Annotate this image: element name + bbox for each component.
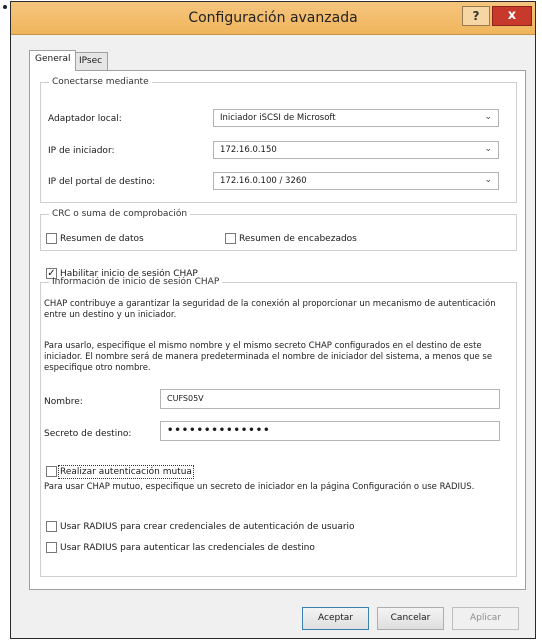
connect-group-legend: Conectarse mediante [52, 77, 149, 87]
mutual-auth-label: Realizar autenticación mutua [58, 465, 194, 479]
adapter-label: Adaptador local: [48, 114, 122, 124]
mutual-auth-checkbox[interactable] [46, 466, 57, 477]
portal-ip-value: 172.16.0.100 / 3260 [220, 176, 307, 186]
initiator-ip-label: IP de iniciador: [48, 146, 115, 156]
radius-user-creds-label: Usar RADIUS para crear credenciales de a… [60, 522, 355, 532]
radius-user-creds-checkbox[interactable] [46, 521, 57, 532]
name-label: Nombre: [44, 397, 83, 407]
window-title: Configuración avanzada [188, 10, 358, 26]
portal-ip-select[interactable]: 172.16.0.100 / 3260 ⌄ [213, 172, 499, 190]
target-secret-input[interactable]: •••••••••••••• [160, 421, 500, 441]
chevron-down-icon: ⌄ [484, 112, 492, 122]
chevron-down-icon: ⌄ [484, 144, 492, 154]
initiator-ip-select[interactable]: 172.16.0.150 ⌄ [213, 141, 499, 159]
advanced-settings-dialog: Configuración avanzada ? x General IPsec… [10, 1, 536, 639]
apply-button[interactable]: Aplicar [452, 607, 519, 630]
crc-group: CRC o suma de comprobación [40, 209, 517, 251]
chevron-down-icon: ⌄ [484, 175, 492, 185]
bullet-marker [3, 5, 7, 9]
target-secret-label: Secreto de destino: [44, 429, 132, 439]
tab-general[interactable]: General [29, 50, 77, 71]
data-digest-checkbox[interactable] [46, 233, 57, 244]
chap-info-legend: Información de inicio de sesión CHAP [52, 277, 220, 287]
data-digest-label: Resumen de datos [60, 234, 144, 244]
name-input[interactable]: CUFS05V [160, 389, 500, 409]
adapter-select[interactable]: Iniciador iSCSI de Microsoft ⌄ [213, 109, 499, 127]
mutual-auth-description: Para usar CHAP mutuo, especifique un sec… [44, 482, 475, 492]
header-digest-label: Resumen de encabezados [239, 234, 357, 244]
adapter-value: Iniciador iSCSI de Microsoft [220, 113, 336, 123]
header-digest-checkbox[interactable] [225, 233, 236, 244]
cancel-button[interactable]: Cancelar [377, 607, 444, 630]
portal-ip-label: IP del portal de destino: [48, 177, 156, 187]
help-button[interactable]: ? [462, 6, 490, 26]
chap-description: CHAP contribuye a garantizar la segurida… [44, 299, 496, 320]
title-bar[interactable]: Configuración avanzada ? x [11, 2, 535, 35]
chap-instructions: Para usarlo, especifique el mismo nombre… [44, 341, 493, 373]
radius-target-creds-checkbox[interactable] [46, 542, 57, 553]
ok-button[interactable]: Aceptar [302, 607, 369, 630]
radius-target-creds-label: Usar RADIUS para autenticar las credenci… [60, 543, 315, 553]
initiator-ip-value: 172.16.0.150 [220, 145, 277, 155]
crc-group-legend: CRC o suma de comprobación [52, 209, 188, 219]
tab-ipsec[interactable]: IPsec [73, 52, 109, 70]
general-tab-panel: Conectarse mediante Adaptador local: Ini… [29, 70, 526, 590]
close-button[interactable]: x [492, 6, 532, 26]
